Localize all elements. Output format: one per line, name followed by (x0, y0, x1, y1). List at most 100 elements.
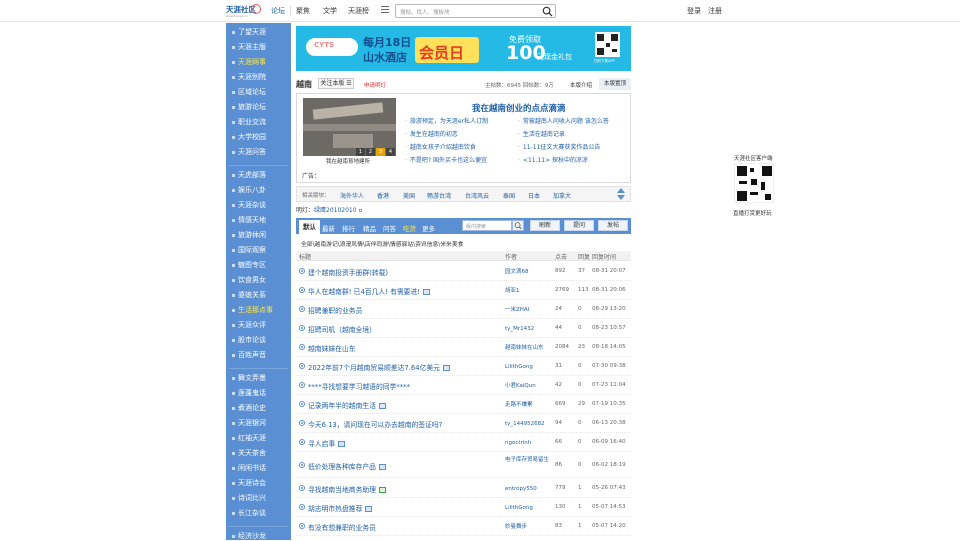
list-tab[interactable]: 问答 (383, 223, 396, 233)
post-author-link[interactable]: ty_Mr1432 (505, 325, 534, 333)
sidebar-item[interactable]: 魅图专区 (232, 260, 266, 270)
post-author-link[interactable]: 走路不嫌累 (505, 401, 533, 409)
post-author-link[interactable]: ty_144952682 (505, 420, 545, 428)
sidebar-item[interactable]: 诗词比兴 (232, 493, 266, 503)
table-row[interactable]: 记录两年半的越南生活 走路不嫌累 669 29 07-19 10:35 (296, 395, 631, 414)
post-author-link[interactable]: ngoctrinh (505, 439, 531, 447)
sidebar-item[interactable]: 天虎部落 (232, 170, 266, 180)
table-row[interactable]: 2022年前7个月越南贸易顺差达7.64亿美元 LilithGong 31 0 07-3… (296, 357, 631, 376)
list-tab[interactable]: 默认 (299, 220, 320, 234)
tianya-logo[interactable]: 天涯社区 www.tianya.cn (226, 3, 262, 20)
list-tab[interactable]: 最新 (322, 223, 335, 233)
related-board-link[interactable]: 香港 (377, 191, 389, 200)
sidebar-item[interactable]: 关天茶舍 (232, 448, 266, 458)
post-author-link[interactable]: 一米ZHAI (505, 306, 529, 314)
featured-link[interactable]: · <11.11> 探秋中的凉凉 (518, 155, 588, 164)
search-input[interactable]: 搜帖、找人、搜板块 (395, 4, 556, 18)
board-intro-tab[interactable]: 本版介绍 (570, 81, 592, 89)
table-row[interactable]: 越南妹妹在山东 越南妹妹在山东 2084 23 08-18 14:05 (296, 338, 631, 357)
sidebar-item[interactable]: 股市论谈 (232, 335, 266, 345)
board-pinned-tab[interactable]: 本版置顶 (599, 78, 631, 90)
table-row[interactable]: ****寻找想要学习越语的同学**** 小君KaiQun 42 0 07-23 11:0… (296, 376, 631, 395)
post-title-link[interactable]: 越南妹妹在山东 (308, 343, 356, 353)
post-title-link[interactable]: 建个越南投资手册群(转载) (308, 267, 388, 277)
sidebar-item[interactable]: 长江杂谈 (232, 508, 266, 518)
page-dot[interactable]: 1 (356, 148, 365, 156)
sidebar-item[interactable]: 天涯众评 (232, 320, 266, 330)
featured-caption[interactable]: 我在越南育地建所 (326, 157, 370, 165)
post-author-link[interactable]: 胡亚1 (505, 287, 520, 295)
board-search-icon[interactable] (512, 220, 524, 231)
related-board-link[interactable]: 泰国 (503, 191, 515, 200)
post-author-link[interactable]: 越南妹妹在山东 (505, 344, 544, 352)
table-row[interactable]: 建个越南投资手册群(转载) 园文滴68 892 37 08-31 20:07 (296, 262, 631, 281)
sidebar-item[interactable]: 国际观察 (232, 245, 266, 255)
nav-literature[interactable]: 文学 (323, 6, 337, 16)
sidebar-item[interactable]: 了望天涯 (232, 27, 266, 37)
post-title-link[interactable]: 低价处理各种库存产品 (308, 461, 386, 471)
ad-banner[interactable]: CYTS 每月18日 山水酒店 会员日 免费领取 100 元现金礼包 扫码下载A… (296, 26, 631, 71)
sidebar-item[interactable]: 莲蓬鬼话 (232, 388, 266, 398)
post-title-link[interactable]: 2022年前7个月越南贸易顺差达7.64亿美元 (308, 362, 450, 372)
related-board-link[interactable]: 台湾风云 (465, 191, 489, 200)
featured-link[interactable]: · 越南女孩子介绍越南饮食 (405, 142, 476, 151)
nav-focus[interactable]: 聚焦 (296, 6, 310, 16)
related-board-link[interactable]: 美国 (403, 191, 415, 200)
post-title-link[interactable]: 招聘司机（越南全境） (308, 324, 376, 334)
featured-link[interactable]: · 发生在越南的初恋 (405, 129, 458, 138)
follow-board-button[interactable]: 关注本版 ☰ (318, 78, 354, 89)
login-link[interactable]: 登录 (687, 6, 701, 16)
nav-forum[interactable]: 论坛 (271, 6, 285, 16)
table-row[interactable]: 招聘司机（越南全境） ty_Mr1432 44 0 08-23 10:57 (296, 319, 631, 338)
sidebar-item[interactable]: 红袖天涯 (232, 433, 266, 443)
post-author-link[interactable]: 妙曼舞步 (505, 523, 527, 531)
register-link[interactable]: 注册 (708, 6, 722, 16)
refresh-button[interactable]: 刷新 (530, 220, 560, 231)
sidebar-item[interactable]: 大学校园 (232, 132, 266, 142)
sidebar-item[interactable]: 天涯问答 (232, 147, 266, 157)
list-tab[interactable]: 排行 (342, 223, 355, 233)
post-author-link[interactable]: 小君KaiQun (505, 382, 536, 390)
apply-moderator-link[interactable]: 申请明灯 (364, 81, 386, 89)
sidebar-item[interactable]: 饮食男女 (232, 275, 266, 285)
sidebar-item[interactable]: 旅游论坛 (232, 102, 266, 112)
related-board-link[interactable]: 日本 (528, 191, 540, 200)
sidebar-item[interactable]: 闲闲书话 (232, 463, 266, 473)
featured-link[interactable]: · 生活在越南记录 (518, 129, 565, 138)
search-icon[interactable] (542, 6, 553, 17)
category-filter[interactable]: 全部\越南游记\浪漫风情\店伴同游\情感驿站\资讯信息\米米美食 (301, 239, 463, 248)
post-title-link[interactable]: 招聘兼职的业务员 (308, 305, 362, 315)
sidebar-item[interactable]: 天涯杂谈 (232, 200, 266, 210)
sidebar-item[interactable]: 旅游休闲 (232, 230, 266, 240)
menu-icon[interactable] (381, 6, 389, 14)
featured-pagination[interactable]: 1234 (356, 147, 396, 156)
post-author-link[interactable]: LilithGong (505, 504, 533, 512)
sidebar-item[interactable]: 舞文弄墨 (232, 373, 266, 383)
featured-link[interactable]: · 不是吧? 国外买卡也这么便宜 (405, 155, 487, 164)
table-row[interactable]: 今天6.13，请问现在可以办去越南的签证吗? ty_144952682 94 0 06-… (296, 414, 631, 433)
post-title-link[interactable]: 今天6.13，请问现在可以办去越南的签证吗? (308, 419, 442, 429)
featured-image[interactable]: 1234 (303, 98, 396, 156)
post-author-link[interactable]: 电子库存贸易留生 (505, 456, 553, 464)
page-dot[interactable]: 3 (376, 148, 385, 156)
post-title-link[interactable]: ****寻找想要学习越语的同学**** (308, 381, 410, 391)
arrow-down-icon[interactable] (617, 195, 625, 200)
sidebar-item[interactable]: 煮酒论史 (232, 403, 266, 413)
post-author-link[interactable]: entropy550 (505, 485, 537, 493)
list-tab[interactable]: 精品 (363, 223, 376, 233)
table-row[interactable]: 寻找越南当地商务助理 entropy550 779 1 05-26 07:43 (296, 479, 631, 498)
post-title-link[interactable]: 寻人启事 (308, 438, 346, 448)
new-post-button[interactable]: 发帖 (598, 220, 628, 231)
related-board-link[interactable]: 海外华人 (340, 191, 364, 200)
board-search-input[interactable]: 版内搜索 (462, 220, 512, 231)
sidebar-item[interactable]: 婆媳关系 (232, 290, 266, 300)
sidebar-item[interactable]: 天涯别院 (232, 72, 266, 82)
ask-button[interactable]: 提问 (564, 220, 594, 231)
featured-link[interactable]: · 11-11征文大赛获奖作品公告 (518, 142, 600, 151)
sidebar-item[interactable]: 天涯银河 (232, 418, 266, 428)
featured-link[interactable]: · 旅游预定，为天涯er私人订制 (405, 116, 488, 125)
sidebar-item[interactable]: 职业交流 (232, 117, 266, 127)
post-title-link[interactable]: 记录两年半的越南生活 (308, 400, 386, 410)
table-row[interactable]: 招聘兼职的业务员 一米ZHAI 24 0 08-29 13:20 (296, 300, 631, 319)
arrow-up-icon[interactable] (617, 188, 625, 193)
